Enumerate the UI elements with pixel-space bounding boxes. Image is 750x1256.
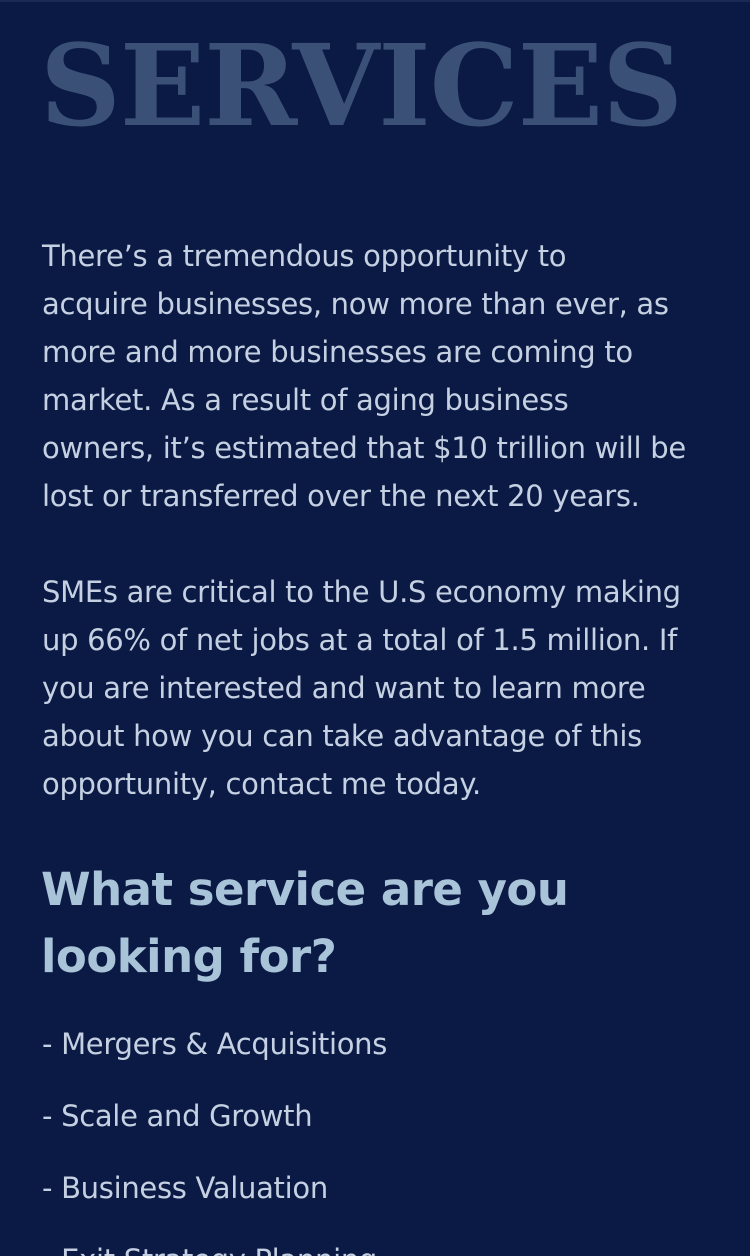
services-page: SERVICES There’s a tremendous opportunit…	[0, 0, 750, 1256]
services-list: - Mergers & Acquisitions - Scale and Gro…	[42, 1020, 387, 1256]
services-heading-line: What service are you	[41, 863, 569, 916]
service-item-scale-growth: - Scale and Growth	[42, 1099, 313, 1133]
intro-paragraph-1-line: There’s a tremendous opportunity to	[42, 239, 567, 273]
service-item-mergers-acquisitions: - Mergers & Acquisitions	[42, 1027, 388, 1061]
intro-paragraph-1-line: market. As a result of aging business	[42, 383, 569, 417]
intro-paragraph-2-line: SMEs are critical to the U.S economy mak…	[42, 575, 681, 609]
intro-paragraph-2: SMEs are critical to the U.S economy mak…	[42, 568, 732, 808]
services-heading: What service are you looking for?	[41, 856, 569, 990]
intro-paragraph-1-line: more and more businesses are coming to	[42, 335, 633, 369]
page-title: SERVICES	[40, 21, 683, 152]
service-item-business-valuation: - Business Valuation	[42, 1171, 328, 1205]
intro-paragraph-2-line: about how you can take advantage of this	[42, 719, 642, 753]
intro-paragraph-1-line: acquire businesses, now more than ever, …	[42, 287, 669, 321]
intro-paragraph-2-line: opportunity, contact me today.	[42, 767, 481, 801]
intro-paragraph-1: There’s a tremendous opportunity to acqu…	[42, 232, 732, 520]
top-divider	[0, 0, 750, 2]
intro-paragraph-1-line: lost or transferred over the next 20 yea…	[42, 479, 640, 513]
intro-paragraph-1-line: owners, it’s estimated that $10 trillion…	[42, 431, 686, 465]
intro-paragraph-2-line: you are interested and want to learn mor…	[42, 671, 646, 705]
intro-paragraph-2-line: up 66% of net jobs at a total of 1.5 mil…	[42, 623, 677, 657]
service-item-exit-strategy: - Exit Strategy Planning	[42, 1236, 387, 1256]
services-heading-line: looking for?	[41, 930, 337, 983]
